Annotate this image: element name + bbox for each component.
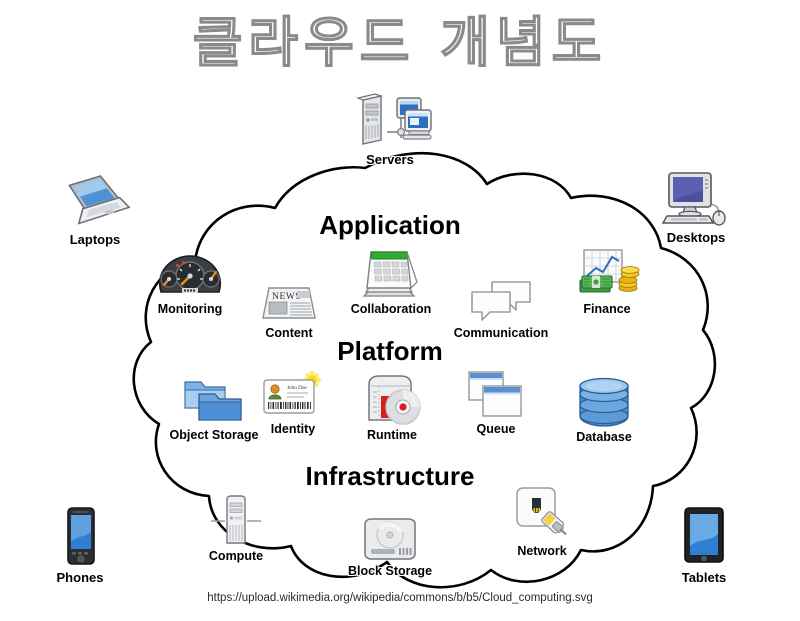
tier-heading-platform: Platform bbox=[337, 336, 443, 366]
source-url-caption: https://upload.wikimedia.org/wikipedia/c… bbox=[207, 592, 593, 604]
svg-text:NEWS: NEWS bbox=[272, 292, 301, 302]
service-block-storage[interactable]: Block Storage bbox=[330, 510, 450, 578]
device-label: Phones bbox=[56, 570, 104, 585]
device-phones[interactable]: Phones bbox=[20, 506, 140, 585]
service-label: Queue bbox=[476, 422, 516, 436]
device-label: Tablets bbox=[681, 570, 727, 585]
service-label: Finance bbox=[583, 302, 631, 316]
device-tablets[interactable]: Tablets bbox=[644, 506, 764, 585]
service-label: Content bbox=[265, 326, 313, 340]
cloud-diagram-canvas: 클라우드 개념도 Application Platform Infrastruc… bbox=[0, 0, 800, 621]
database-cylinder-icon bbox=[544, 376, 664, 428]
server-rack-icon bbox=[330, 88, 450, 150]
tier-heading-application: Application bbox=[319, 210, 461, 240]
device-label: Laptops bbox=[69, 232, 121, 247]
service-label: Block Storage bbox=[347, 564, 433, 578]
service-database[interactable]: Database bbox=[544, 376, 664, 444]
speech-bubbles-icon bbox=[441, 272, 561, 324]
service-label: Communication bbox=[453, 326, 549, 340]
device-label: Servers bbox=[366, 152, 414, 167]
windows-stack-icon bbox=[436, 368, 556, 420]
service-label: Network bbox=[517, 544, 567, 558]
svg-text:John Doe: John Doe bbox=[287, 385, 307, 391]
service-label: Database bbox=[576, 430, 632, 444]
service-compute[interactable]: Compute bbox=[176, 495, 296, 563]
service-communication[interactable]: Communication bbox=[441, 272, 561, 340]
device-label: Desktops bbox=[666, 230, 726, 245]
service-runtime[interactable]: Runtime bbox=[332, 374, 452, 442]
service-label: Collaboration bbox=[350, 302, 432, 316]
service-queue[interactable]: Queue bbox=[436, 368, 556, 436]
service-collaboration[interactable]: Collaboration bbox=[331, 248, 451, 316]
server-tower-icon bbox=[176, 495, 296, 547]
hard-disk-icon bbox=[330, 510, 450, 562]
page-title: 클라우드 개념도 bbox=[192, 11, 608, 74]
service-network[interactable]: Network bbox=[482, 487, 602, 558]
tier-heading-infrastructure: Infrastructure bbox=[305, 461, 475, 491]
smartphone-icon bbox=[20, 506, 140, 568]
network-jack-icon bbox=[482, 487, 602, 542]
device-laptops[interactable]: Laptops bbox=[35, 168, 155, 247]
tablet-icon bbox=[644, 506, 764, 568]
service-label: Compute bbox=[208, 549, 264, 563]
desktop-pc-icon bbox=[636, 166, 756, 228]
laptop-icon bbox=[35, 168, 155, 230]
device-desktops[interactable]: Desktops bbox=[636, 166, 756, 245]
cd-box-icon bbox=[332, 374, 452, 426]
service-finance[interactable]: Finance bbox=[547, 248, 667, 316]
service-label: Runtime bbox=[367, 428, 417, 442]
money-chart-icon bbox=[547, 248, 667, 300]
device-servers[interactable]: Servers bbox=[330, 88, 450, 167]
calendar-icon bbox=[331, 248, 451, 300]
